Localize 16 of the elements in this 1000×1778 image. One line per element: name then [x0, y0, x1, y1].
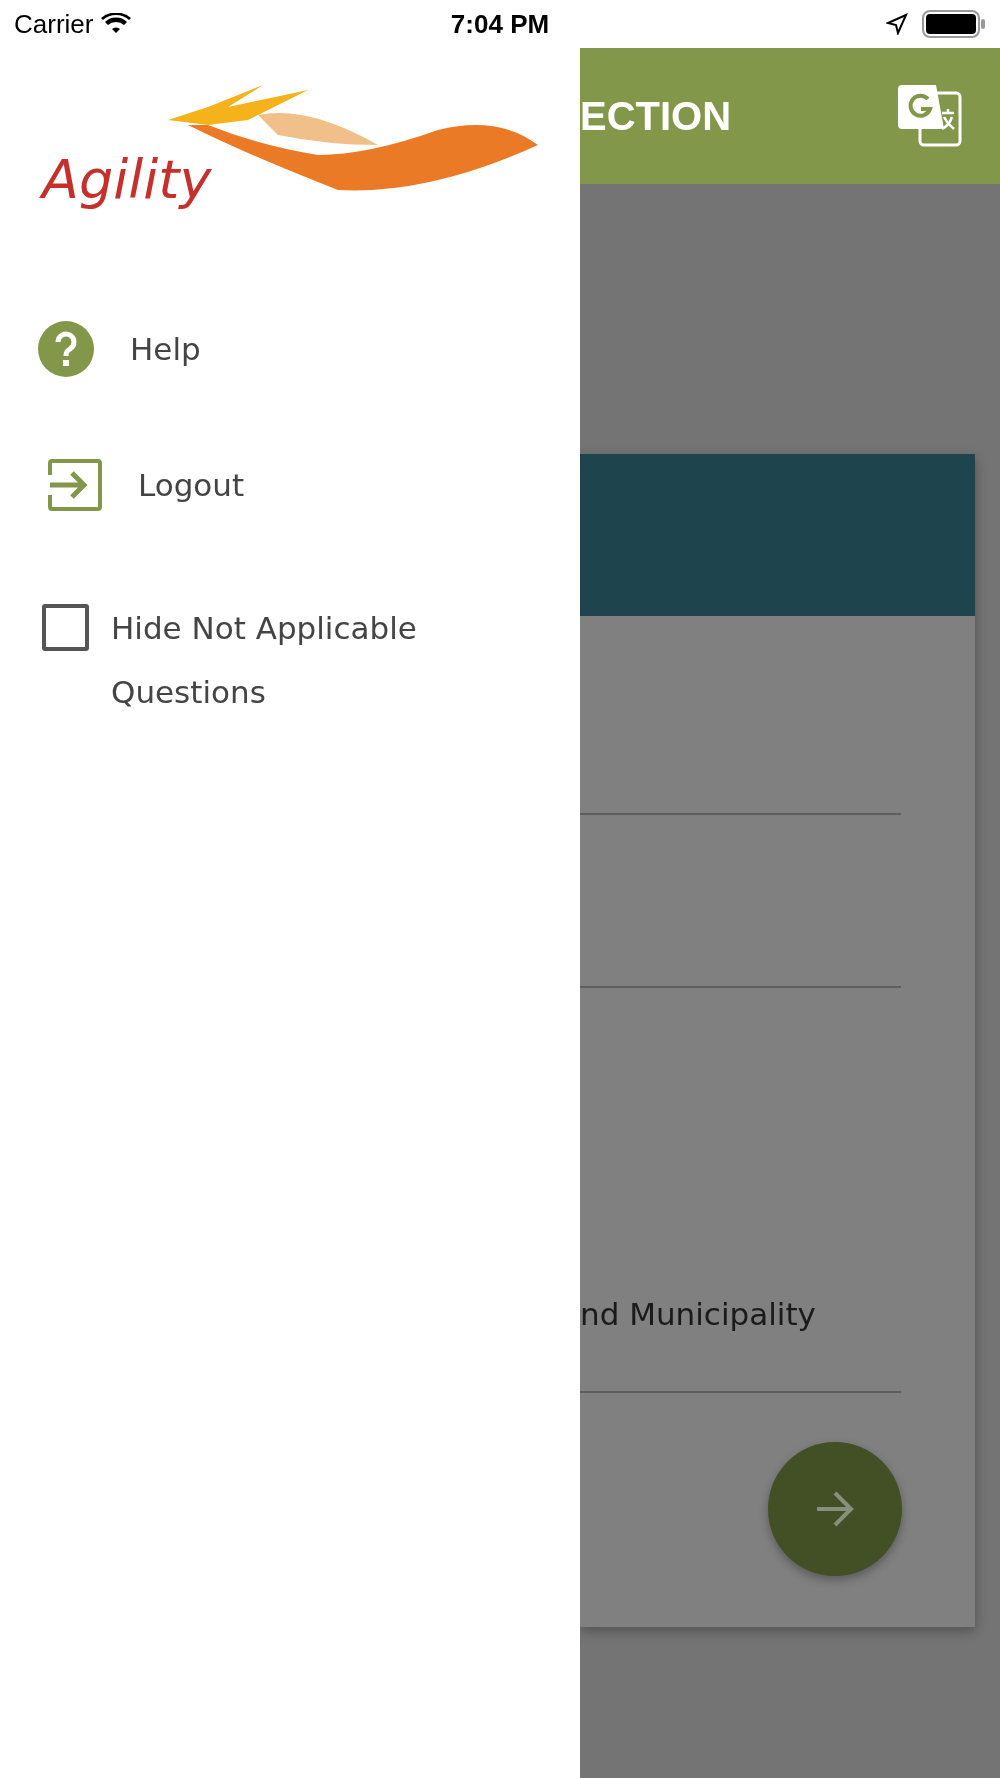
checkbox-label: Hide Not Applicable Questions [111, 609, 418, 712]
translate-icon[interactable] [898, 85, 962, 147]
arrow-right-icon [815, 1490, 855, 1528]
location-icon [886, 13, 908, 35]
clock-time: 7:04 PM [450, 7, 550, 41]
page-title: ECTION [580, 93, 732, 140]
menu-item[interactable]: Help [0, 321, 201, 377]
wifi-icon [101, 13, 132, 35]
logo-text: Agility [38, 145, 224, 216]
carrier-label: Carrier [14, 7, 94, 41]
login-arrow-icon [48, 459, 102, 511]
battery-icon [922, 10, 986, 38]
help-icon [38, 321, 94, 377]
field-value: nd Municipality [580, 1295, 816, 1335]
menu-item[interactable]: Logout [0, 459, 245, 511]
checkbox[interactable] [42, 604, 89, 651]
